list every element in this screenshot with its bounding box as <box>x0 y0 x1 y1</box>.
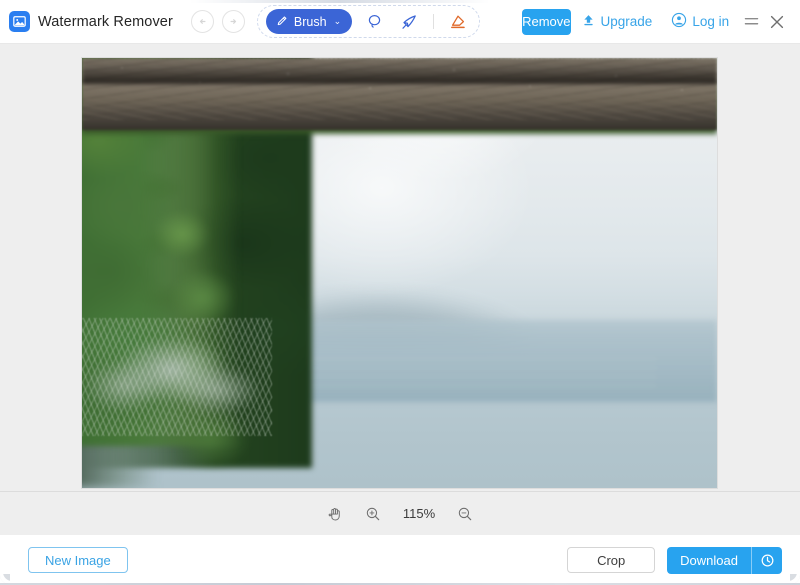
tool-group: Brush ⌄ <box>256 5 481 38</box>
zoom-level-value: 115% <box>402 506 436 521</box>
hand-pan-icon[interactable] <box>323 502 347 526</box>
chevron-down-icon: ⌄ <box>333 16 342 26</box>
photo-shrub-texture <box>82 318 272 436</box>
hamburger-menu-icon[interactable] <box>738 9 764 35</box>
redo-button[interactable] <box>221 10 245 33</box>
lasso-tool-button[interactable] <box>361 10 387 34</box>
eraser-icon <box>451 15 465 28</box>
brush-icon <box>277 16 287 26</box>
app-window: Watermark Remover Brush ⌄ Remove Upgrade… <box>0 0 800 585</box>
magic-wand-tool-button[interactable] <box>396 10 422 34</box>
eraser-tool-button[interactable] <box>445 10 471 34</box>
upgrade-label: Upgrade <box>600 14 653 29</box>
download-button-group[interactable]: Download <box>667 546 782 574</box>
brush-tool-label: Brush <box>293 14 327 29</box>
app-header: Watermark Remover Brush ⌄ Remove Upgrade… <box>0 0 800 44</box>
magic-wand-icon <box>402 14 416 29</box>
crop-button[interactable]: Crop <box>567 547 656 573</box>
new-image-button[interactable]: New Image <box>28 547 128 573</box>
login-button[interactable]: Log in <box>662 12 738 31</box>
close-x-icon[interactable] <box>764 9 790 35</box>
tool-separator <box>433 14 435 29</box>
download-button[interactable]: Download <box>667 547 751 574</box>
login-label: Log in <box>692 14 730 29</box>
undo-button[interactable] <box>190 10 214 33</box>
app-title: Watermark Remover <box>38 13 173 30</box>
lasso-icon <box>368 15 380 28</box>
zoom-in-icon[interactable] <box>361 502 385 526</box>
clock-history-icon[interactable] <box>752 547 782 574</box>
image-photo-icon <box>9 11 30 32</box>
edited-photo[interactable] <box>82 58 717 488</box>
zoom-out-icon[interactable] <box>453 502 477 526</box>
upload-arrow-icon <box>581 13 596 31</box>
remove-button[interactable]: Remove <box>522 8 571 35</box>
brand: Watermark Remover <box>9 11 173 32</box>
footer-right: Crop Download <box>567 546 782 574</box>
user-circle-icon <box>671 12 687 31</box>
footer-toolbar: New Image Crop Download <box>0 535 800 585</box>
canvas-area[interactable] <box>0 44 800 491</box>
zoom-toolbar: 115% <box>0 491 800 535</box>
upgrade-button[interactable]: Upgrade <box>571 13 663 31</box>
photo-bottom-shadow <box>82 58 717 84</box>
header-right: Upgrade Log in <box>571 9 791 35</box>
history-group <box>190 10 245 33</box>
brush-tool-button[interactable]: Brush ⌄ <box>265 9 353 34</box>
